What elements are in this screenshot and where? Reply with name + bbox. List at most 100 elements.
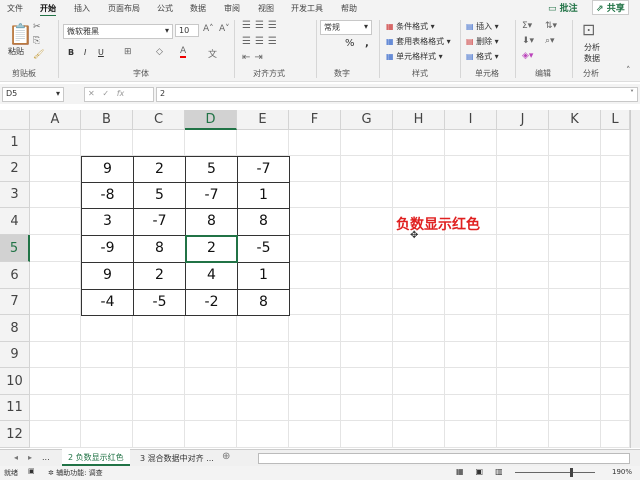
comment-button[interactable]: ▭ 批注 (548, 1, 578, 14)
table-cell[interactable]: 1 (237, 182, 290, 209)
bold-button[interactable]: B (68, 48, 74, 57)
font-size-select[interactable]: 10 (175, 24, 199, 37)
format-painter-icon[interactable]: 🖌 (33, 50, 44, 60)
analyze-data-icon[interactable]: ⊡ (582, 20, 595, 39)
table-cell[interactable]: -8 (81, 182, 134, 209)
zoom-slider-thumb[interactable] (570, 468, 573, 477)
macro-icon[interactable]: ▣ (28, 467, 35, 475)
row-header[interactable]: 8 (0, 315, 30, 342)
table-cell[interactable]: 8 (185, 208, 238, 236)
row-header[interactable]: 10 (0, 368, 30, 395)
row-header[interactable]: 11 (0, 395, 30, 421)
table-cell[interactable]: -2 (185, 289, 238, 316)
add-sheet-icon[interactable]: ⊕ (222, 451, 230, 462)
column-header[interactable]: H (393, 110, 445, 130)
delete-cells-button[interactable]: ▤ 删除 ▾ (466, 36, 499, 47)
table-cell[interactable]: 4 (185, 262, 238, 290)
collapse-ribbon-icon[interactable]: ˄ (626, 66, 631, 76)
formula-input[interactable]: 2 ˅ (156, 87, 638, 102)
table-cell[interactable]: 2 (133, 156, 186, 183)
name-box[interactable]: D5 ▾ (2, 87, 64, 102)
table-cell[interactable]: 1 (237, 262, 290, 290)
comma-button[interactable]: , (365, 38, 369, 49)
format-cells-button[interactable]: ▤ 格式 ▾ (466, 51, 499, 62)
clear-icon[interactable]: ◈▾ (522, 51, 533, 61)
menu-tab[interactable]: 开发工具 (291, 3, 323, 14)
table-cell[interactable]: 9 (81, 262, 134, 290)
insert-cells-button[interactable]: ▤ 插入 ▾ (466, 21, 499, 32)
vertical-align-icons[interactable]: ☰☰☰ (242, 20, 281, 31)
horizontal-scrollbar[interactable] (258, 453, 630, 464)
column-header[interactable]: K (549, 110, 601, 130)
vertical-scrollbar[interactable] (630, 110, 640, 448)
row-header[interactable]: 9 (0, 342, 30, 368)
table-cell[interactable]: -9 (81, 235, 134, 263)
zoom-slider[interactable] (515, 472, 595, 473)
row-header[interactable]: 5 (0, 235, 30, 262)
conditional-format-button[interactable]: ▦ 条件格式 ▾ (386, 21, 435, 32)
row-header[interactable]: 1 (0, 130, 30, 156)
row-header[interactable]: 6 (0, 262, 30, 289)
menu-tab[interactable]: 文件 (7, 3, 23, 14)
copy-icon[interactable]: ⎘ (33, 36, 40, 46)
font-name-select[interactable]: 微软雅黑 ▾ (63, 24, 173, 39)
table-cell[interactable]: 2 (133, 262, 186, 290)
increase-font-icon[interactable]: A˄ (203, 24, 214, 34)
column-header[interactable]: B (81, 110, 133, 130)
row-header[interactable]: 12 (0, 421, 30, 448)
find-icon[interactable]: ⌕▾ (545, 36, 555, 46)
accessibility-status[interactable]: ✲ 辅助功能: 调查 (48, 468, 103, 478)
column-header[interactable]: D (185, 110, 237, 130)
table-cell[interactable]: -7 (237, 156, 290, 183)
zoom-level[interactable]: 190% (612, 468, 632, 476)
font-color-icon[interactable]: A (180, 46, 187, 58)
column-header[interactable]: C (133, 110, 185, 130)
table-cell[interactable]: 9 (81, 156, 134, 183)
column-header[interactable]: E (237, 110, 289, 130)
percent-button[interactable]: % (345, 38, 355, 49)
paste-button[interactable]: 粘贴 (8, 46, 24, 57)
border-icon[interactable]: ⊞ (124, 47, 132, 57)
view-buttons[interactable]: ▦▣▥ (456, 467, 515, 476)
menu-tab[interactable]: 公式 (157, 3, 173, 14)
insert-function-button[interactable]: fx (117, 89, 125, 98)
fill-color-icon[interactable]: ◇ (156, 47, 163, 57)
menu-tab[interactable]: 审阅 (224, 3, 240, 14)
column-header[interactable]: G (341, 110, 393, 130)
column-header[interactable]: J (497, 110, 549, 130)
table-cell[interactable]: 8 (237, 289, 290, 316)
menu-tab[interactable]: 视图 (258, 3, 274, 14)
select-all-corner[interactable] (0, 110, 30, 130)
cancel-icon[interactable]: ✕ (88, 89, 95, 98)
table-cell[interactable]: -7 (133, 208, 186, 236)
selected-cell-outline[interactable] (185, 235, 238, 263)
menu-tab[interactable]: 数据 (190, 3, 206, 14)
share-button[interactable]: ⇗ 共享 (592, 0, 629, 15)
table-cell[interactable]: 8 (133, 235, 186, 263)
column-header[interactable]: I (445, 110, 497, 130)
analyze-data-button[interactable]: 分析数据 (582, 42, 602, 64)
prev-sheet-icon[interactable]: ◂ (14, 453, 18, 462)
table-cell[interactable]: -5 (133, 289, 186, 316)
format-as-table-button[interactable]: ▦ 套用表格格式 ▾ (386, 36, 451, 47)
row-header[interactable]: 4 (0, 208, 30, 235)
underline-button[interactable]: U (98, 48, 104, 57)
table-cell[interactable]: 5 (185, 156, 238, 183)
table-cell[interactable]: 8 (237, 208, 290, 236)
number-format-select[interactable]: 常规 ▾ (320, 20, 372, 35)
column-header[interactable]: L (601, 110, 630, 130)
paste-icon[interactable]: 📋 (8, 22, 33, 46)
column-header[interactable]: A (30, 110, 81, 130)
column-header[interactable]: F (289, 110, 341, 130)
italic-button[interactable]: I (84, 48, 86, 57)
table-cell[interactable]: 3 (81, 208, 134, 236)
sheet-tab-3[interactable]: 3 混合数据中对齐 ... (140, 453, 214, 464)
table-cell[interactable]: -5 (237, 235, 290, 263)
sort-filter-icon[interactable]: ⇅▾ (545, 21, 557, 31)
row-header[interactable]: 7 (0, 289, 30, 315)
sheet-tab-active[interactable]: 2 负数显示红色 (62, 449, 130, 466)
cell-styles-button[interactable]: ▦ 单元格样式 ▾ (386, 51, 443, 62)
menu-tab[interactable]: 开始 (40, 3, 56, 17)
indent-icons[interactable]: ⇤⇥ (242, 52, 267, 63)
fill-icon[interactable]: ⬇▾ (522, 36, 534, 46)
